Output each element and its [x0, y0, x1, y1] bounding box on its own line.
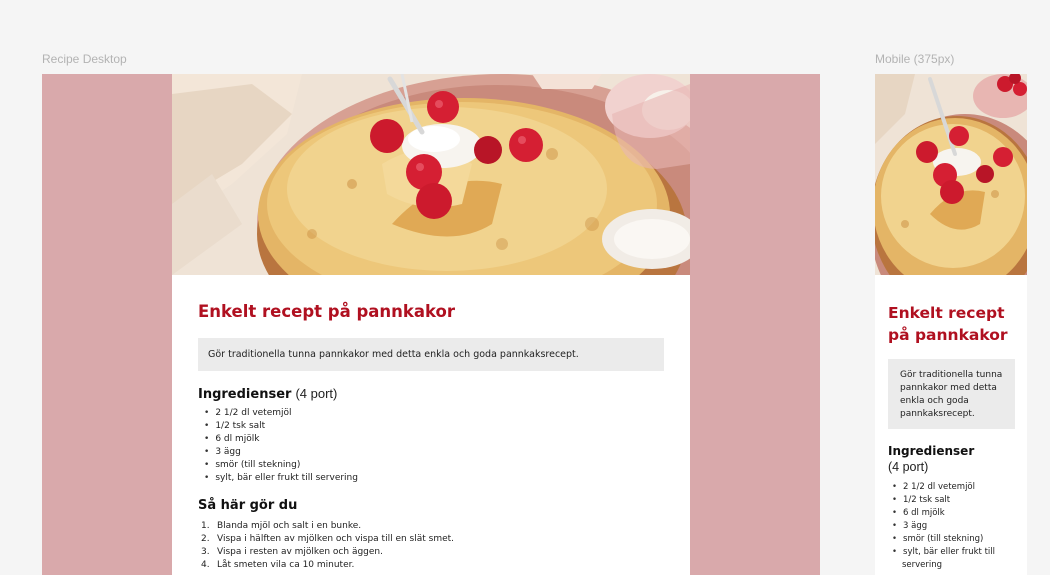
- step-item: 2. Vispa i hälften av mjölken och vispa t…: [201, 533, 664, 546]
- ingredient-item: 2 1/2 dl vetemjöl: [204, 407, 664, 420]
- step-number: 3.: [201, 547, 210, 557]
- mobile-recipe-content: Enkelt recept på pannkakor Gör tradition…: [888, 302, 1015, 572]
- mobile-frame-label: Mobile (375px): [875, 52, 955, 66]
- portions: (4 port): [295, 386, 338, 401]
- steps-heading: Så här gör du: [198, 498, 298, 513]
- ingredients-heading-text: Ingredienser: [198, 387, 292, 402]
- steps-list: 1. Blanda mjöl och salt i en bunke. 2. Vis…: [201, 520, 664, 572]
- step-text: Blanda mjöl och salt i en bunke.: [217, 521, 362, 531]
- step-text: Vispa i hälften av mjölken och vispa til…: [217, 534, 455, 544]
- step-item: 3. Vispa i resten av mjölken och äggen.: [201, 546, 664, 559]
- hero-image: [172, 74, 690, 275]
- ingredient-item: smör (till stekning): [892, 533, 1015, 546]
- step-text: Vispa i resten av mjölken och äggen.: [217, 547, 383, 557]
- ingredients-heading: Ingredienser (4 port): [198, 386, 664, 403]
- mobile-hero-image: [875, 74, 1027, 275]
- ingredient-item: 1/2 tsk salt: [892, 494, 1015, 507]
- recipe-title: Enkelt recept på pannkakor: [198, 302, 456, 321]
- step-item: 4. Låt smeten vila ca 10 minuter.: [201, 559, 664, 572]
- mobile-frame: Enkelt recept på pannkakor Gör tradition…: [875, 74, 1027, 575]
- step-number: 2.: [201, 534, 210, 544]
- ingredient-item: sylt, bär eller frukt till servering: [204, 472, 664, 485]
- step-text: Låt smeten vila ca 10 minuter.: [217, 560, 355, 570]
- ingredient-item: 3 ägg: [892, 520, 1015, 533]
- mobile-portions: (4 port): [888, 460, 929, 474]
- ingredients-list: 2 1/2 dl vetemjöl 1/2 tsk salt 6 dl mjöl…: [204, 407, 664, 485]
- ingredient-item: 2 1/2 dl vetemjöl: [892, 481, 1015, 494]
- recipe-intro: Gör traditionella tunna pannkakor med de…: [198, 338, 664, 371]
- pancake-photo-icon: [172, 74, 690, 275]
- desktop-frame: Enkelt recept på pannkakor Gör tradition…: [42, 74, 820, 575]
- mobile-ingredients-list: 2 1/2 dl vetemjöl 1/2 tsk salt 6 dl mjöl…: [892, 481, 1015, 572]
- ingredient-item: 1/2 tsk salt: [204, 420, 664, 433]
- mobile-recipe-intro: Gör traditionella tunna pannkakor med de…: [888, 359, 1015, 429]
- step-item: 1. Blanda mjöl och salt i en bunke.: [201, 520, 664, 533]
- recipe-card: Enkelt recept på pannkakor Gör tradition…: [172, 74, 690, 575]
- ingredient-item: sylt, bär eller frukt till servering: [892, 546, 1015, 572]
- mobile-recipe-title: Enkelt recept på pannkakor: [888, 304, 1008, 344]
- step-number: 4.: [201, 560, 210, 570]
- ingredient-item: 6 dl mjölk: [204, 433, 664, 446]
- desktop-frame-label: Recipe Desktop: [42, 52, 127, 66]
- recipe-content: Enkelt recept på pannkakor Gör tradition…: [198, 300, 664, 572]
- pancake-photo-icon: [875, 74, 1027, 275]
- step-number: 1.: [201, 521, 210, 531]
- ingredient-item: smör (till stekning): [204, 459, 664, 472]
- mobile-ingredients-heading: Ingredienser: [888, 444, 975, 458]
- ingredient-item: 6 dl mjölk: [892, 507, 1015, 520]
- ingredient-item: 3 ägg: [204, 446, 664, 459]
